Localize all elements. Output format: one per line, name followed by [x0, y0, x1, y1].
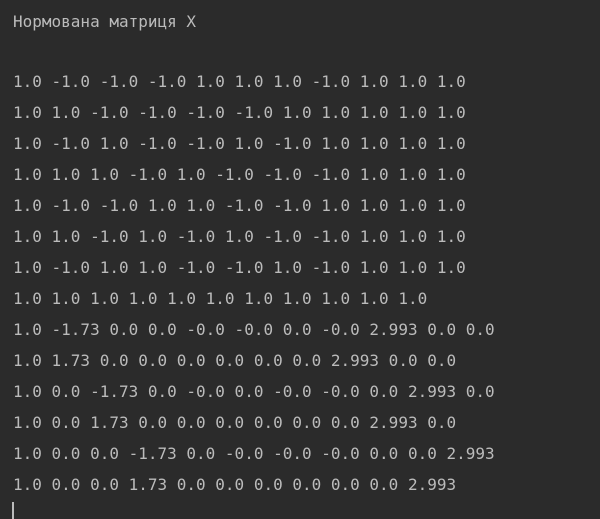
matrix-header: Нормована матриця X: [13, 12, 197, 31]
matrix-row: 1.0 1.0 -1.0 1.0 -1.0 1.0 -1.0 -1.0 1.0 …: [13, 227, 466, 246]
console-output[interactable]: Нормована матриця X 1.0 -1.0 -1.0 -1.0 1…: [0, 0, 600, 519]
text-cursor: [12, 502, 14, 519]
matrix-row: 1.0 -1.73 0.0 0.0 -0.0 -0.0 0.0 -0.0 2.9…: [13, 320, 495, 339]
matrix-row: 1.0 -1.0 -1.0 1.0 1.0 -1.0 -1.0 1.0 1.0 …: [13, 196, 466, 215]
matrix-row: 1.0 -1.0 1.0 1.0 -1.0 -1.0 1.0 -1.0 1.0 …: [13, 258, 466, 277]
matrix-row: 1.0 1.0 -1.0 -1.0 -1.0 -1.0 1.0 1.0 1.0 …: [13, 103, 466, 122]
matrix-row: 1.0 0.0 0.0 1.73 0.0 0.0 0.0 0.0 0.0 0.0…: [13, 475, 457, 494]
matrix-row: 1.0 1.73 0.0 0.0 0.0 0.0 0.0 0.0 2.993 0…: [13, 351, 457, 370]
matrix-row: 1.0 0.0 1.73 0.0 0.0 0.0 0.0 0.0 0.0 2.9…: [13, 413, 457, 432]
matrix-row: 1.0 -1.0 -1.0 -1.0 1.0 1.0 1.0 -1.0 1.0 …: [13, 72, 466, 91]
matrix-row: 1.0 0.0 -1.73 0.0 -0.0 0.0 -0.0 -0.0 0.0…: [13, 382, 495, 401]
matrix-row: 1.0 -1.0 1.0 -1.0 -1.0 1.0 -1.0 1.0 1.0 …: [13, 134, 466, 153]
matrix-row: 1.0 0.0 0.0 -1.73 0.0 -0.0 -0.0 -0.0 0.0…: [13, 444, 495, 463]
matrix-row: 1.0 1.0 1.0 -1.0 1.0 -1.0 -1.0 -1.0 1.0 …: [13, 165, 466, 184]
matrix-row: 1.0 1.0 1.0 1.0 1.0 1.0 1.0 1.0 1.0 1.0 …: [13, 289, 428, 308]
